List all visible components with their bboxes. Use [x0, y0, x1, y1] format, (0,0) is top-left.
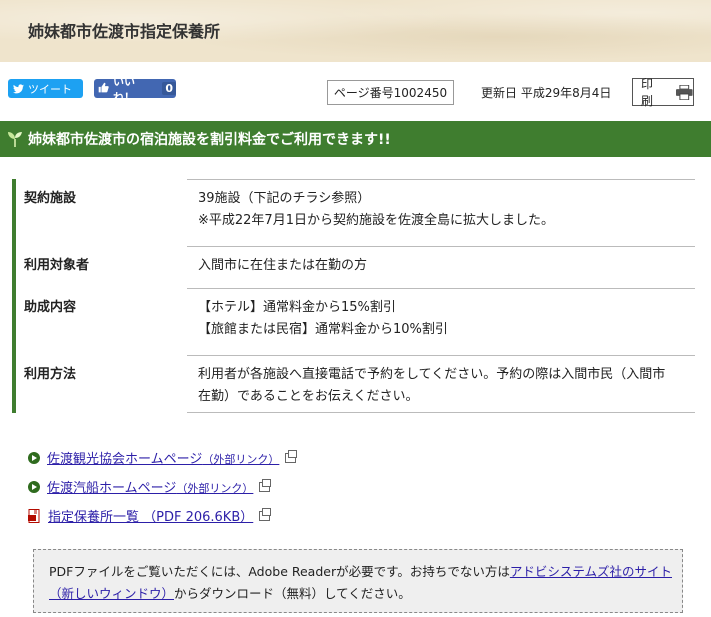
adobe-new-window-link[interactable]: （新しいウィンドウ） — [49, 586, 174, 601]
table-row: 契約施設 39施設（下記のチラシ参照） ※平成22年7月1日から契約施設を佐渡全… — [12, 179, 695, 246]
pdf-notice: PDFファイルをご覧いただくには、Adobe Readerが必要です。お持ちでな… — [33, 549, 683, 613]
row-value: 【ホテル】通常料金から15%割引 【旅館または民宿】通常料金から10%割引 — [187, 288, 695, 355]
pdf-file-icon — [28, 508, 40, 523]
page-title: 姉妹都市佐渡市指定保養所 — [28, 22, 221, 41]
row-label: 契約施設 — [12, 179, 187, 246]
sado-kisen-link[interactable]: 佐渡汽船ホームページ（外部リンク） — [47, 477, 253, 496]
arrow-right-icon — [28, 451, 40, 464]
banner-text: 姉妹都市佐渡市の宿泊施設を割引料金でご利用できます!! — [28, 132, 391, 148]
like-count: 0 — [162, 82, 176, 95]
page-number: ページ番号1002450 — [327, 80, 454, 105]
facebook-like-button[interactable]: いいね！ 0 — [94, 75, 176, 104]
row-value-line: 利用者が各施設へ直接電話で予約をしてください。予約の際は入間市民（入間市 — [198, 367, 666, 382]
row-label: 利用対象者 — [12, 246, 187, 288]
row-value-line: 【ホテル】通常料金から15%割引 — [198, 300, 396, 315]
sado-tourism-link[interactable]: 佐渡観光協会ホームページ（外部リンク） — [47, 448, 279, 467]
list-item: 佐渡汽船ホームページ（外部リンク） — [28, 472, 296, 501]
link-list: 佐渡観光協会ホームページ（外部リンク） 佐渡汽船ホームページ（外部リンク） 指定… — [28, 443, 298, 530]
row-value: 39施設（下記のチラシ参照） ※平成22年7月1日から契約施設を佐渡全島に拡大し… — [187, 179, 695, 246]
row-value-line: 39施設（下記のチラシ参照） — [198, 191, 371, 206]
arrow-right-icon — [28, 480, 40, 493]
row-label: 利用方法 — [12, 355, 187, 413]
table-row: 利用方法 利用者が各施設へ直接電話で予約をしてください。予約の際は入間市民（入間… — [12, 355, 695, 413]
new-window-icon — [259, 507, 272, 521]
like-label: いいね！ — [113, 74, 135, 104]
external-link-icon — [259, 478, 272, 492]
adobe-site-link[interactable]: アドビシステムズ社のサイト — [510, 564, 672, 579]
row-value-line: ※平成22年7月1日から契約施設を佐渡全島に拡大しました。 — [198, 213, 554, 228]
tweet-label: ツイート — [28, 82, 72, 96]
notice-text: PDFファイルをご覧いただくには、Adobe Readerが必要です。お持ちでな… — [49, 564, 510, 579]
tweet-button[interactable]: ツイート — [8, 79, 83, 98]
list-item: 佐渡観光協会ホームページ（外部リンク） — [28, 443, 298, 472]
link-label: 佐渡汽船ホームページ — [47, 481, 177, 496]
table-row: 助成内容 【ホテル】通常料金から15%割引 【旅館または民宿】通常料金から10%… — [12, 288, 695, 355]
twitter-bird-icon — [13, 83, 24, 93]
row-value-line: 在勤）であることをお伝えください。 — [198, 389, 419, 404]
thumbs-up-icon — [98, 82, 109, 96]
row-value-line: 入間市に在住または在勤の方 — [198, 258, 368, 273]
updated-date: 更新日 平成29年8月4日 — [481, 86, 612, 100]
list-item: 指定保養所一覧 （PDF 206.6KB） — [28, 501, 296, 530]
print-label: 印刷 — [641, 77, 654, 108]
pdf-list-link[interactable]: 指定保養所一覧 （PDF 206.6KB） — [48, 506, 253, 525]
external-link-note: （外部リンク） — [202, 453, 280, 466]
table-row: 利用対象者 入間市に在住または在勤の方 — [12, 246, 695, 288]
leaf-sprout-icon — [8, 132, 22, 147]
title-band: 姉妹都市佐渡市指定保養所 — [0, 0, 711, 62]
printer-icon — [676, 84, 693, 100]
external-link-note: （外部リンク） — [176, 482, 254, 495]
row-value-line: 【旅館または民宿】通常料金から10%割引 — [198, 322, 448, 337]
info-table: 契約施設 39施設（下記のチラシ参照） ※平成22年7月1日から契約施設を佐渡全… — [12, 179, 695, 413]
section-banner: 姉妹都市佐渡市の宿泊施設を割引料金でご利用できます!! — [0, 121, 711, 157]
external-link-icon — [285, 449, 298, 463]
link-label: 佐渡観光協会ホームページ — [47, 452, 203, 467]
notice-text-end: からダウンロード（無料）してください。 — [174, 586, 411, 601]
row-label: 助成内容 — [12, 288, 187, 355]
print-button[interactable]: 印刷 — [632, 77, 694, 108]
row-value: 利用者が各施設へ直接電話で予約をしてください。予約の際は入間市民（入間市 在勤）… — [187, 355, 695, 413]
row-value: 入間市に在住または在勤の方 — [187, 246, 695, 288]
